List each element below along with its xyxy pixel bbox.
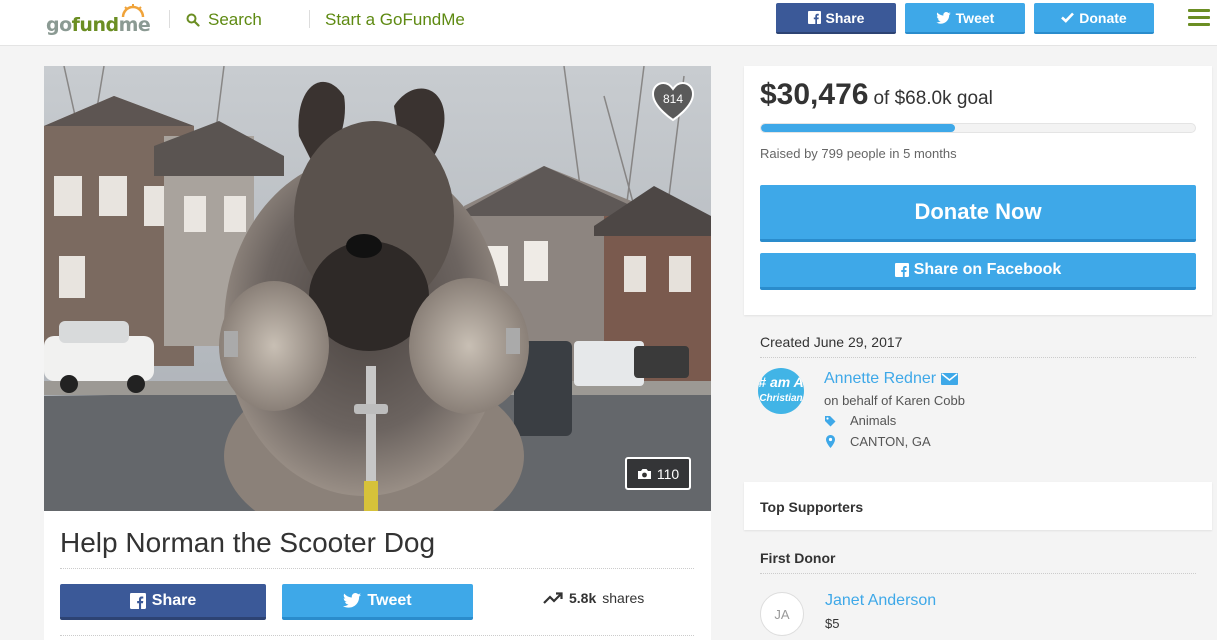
category-row[interactable]: Animals [824, 413, 896, 428]
share-on-facebook-button[interactable]: Share on Facebook [760, 253, 1196, 290]
divider [309, 10, 310, 28]
donor-name[interactable]: Janet Anderson [825, 592, 936, 610]
facebook-icon [129, 592, 146, 609]
header-tweet-button[interactable]: Tweet [905, 3, 1025, 34]
on-behalf-of: on behalf of Karen Cobb [824, 393, 965, 408]
sun-logo-icon [121, 4, 144, 17]
tweet-button[interactable]: Tweet [282, 584, 473, 620]
location-label: CANTON, GA [850, 434, 931, 449]
donor-avatar: JA [760, 592, 804, 636]
first-donor-heading: First Donor [760, 550, 836, 566]
campaign-title: Help Norman the Scooter Dog [60, 527, 436, 558]
gofundme-logo[interactable]: go fund me [46, 4, 151, 36]
trending-up-icon [543, 592, 563, 604]
divider [60, 635, 694, 636]
created-date: Created June 29, 2017 [760, 334, 903, 350]
divider [60, 568, 694, 569]
search-link[interactable]: Search [186, 10, 262, 30]
organizer-name-link[interactable]: Annette Redner [824, 370, 959, 388]
organizer-avatar[interactable]: # am A Christian [758, 368, 804, 414]
hearts-count: 814 [662, 92, 684, 106]
start-gofundme-link[interactable]: Start a GoFundMe [325, 10, 465, 30]
header-donate-button[interactable]: Donate [1034, 3, 1154, 34]
divider [760, 357, 1196, 358]
donor-amount: $5 [825, 616, 840, 631]
campaign-photo[interactable] [44, 66, 711, 511]
twitter-icon [935, 11, 951, 24]
top-supporters-heading[interactable]: Top Supporters [760, 499, 863, 515]
top-nav: go fund me Search Start a GoFundMe Share T… [0, 0, 1217, 46]
facebook-icon [894, 263, 909, 277]
envelope-icon[interactable] [941, 373, 959, 385]
hamburger-menu-icon[interactable] [1188, 9, 1210, 26]
dog-photo-illustration [44, 66, 711, 511]
amount-raised: $30,476 of $68.0k goal [760, 78, 993, 112]
divider [169, 10, 170, 28]
location-row[interactable]: CANTON, GA [824, 434, 931, 449]
header-share-button[interactable]: Share [776, 3, 896, 34]
donate-now-button[interactable]: Donate Now [760, 185, 1196, 242]
photo-count-badge[interactable]: 110 [625, 457, 691, 490]
twitter-icon [343, 593, 362, 608]
checkmark-icon [1061, 12, 1075, 23]
divider [760, 573, 1196, 574]
camera-icon [637, 468, 651, 479]
raised-amount: $30,476 [760, 78, 869, 111]
facebook-icon [807, 11, 821, 24]
goal-text: of $68.0k goal [873, 88, 993, 109]
category-label: Animals [850, 413, 897, 428]
progress-fill [761, 124, 956, 132]
tag-icon [825, 415, 836, 426]
map-pin-icon [825, 435, 835, 448]
progress-bar [760, 123, 1196, 133]
search-icon [186, 13, 200, 27]
share-facebook-button[interactable]: Share [60, 584, 266, 620]
search-label: Search [208, 10, 262, 29]
shares-count: 5.8k shares [543, 590, 644, 606]
raised-by-text: Raised by 799 people in 5 months [760, 146, 957, 161]
